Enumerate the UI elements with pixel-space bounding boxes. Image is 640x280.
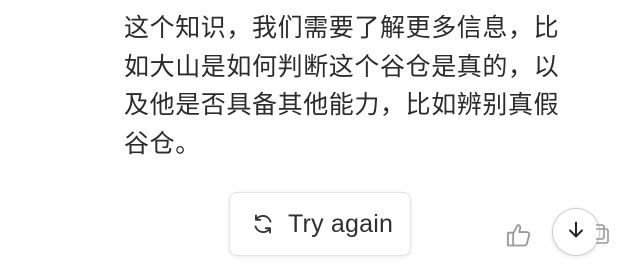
arrow-down-icon: [565, 219, 587, 245]
assistant-message: 这个知识，我们需要了解更多信息，比 如大山是如何判断这个谷仓是真的，以 及他是否…: [124, 9, 620, 163]
scroll-down-button[interactable]: [552, 208, 600, 256]
message-line: 谷仓。: [124, 128, 201, 158]
message-line: 这个知识，我们需要了解更多信息，比: [124, 13, 560, 42]
try-again-button[interactable]: Try again: [229, 192, 411, 256]
try-again-label: Try again: [288, 209, 394, 238]
refresh-icon: [250, 211, 276, 237]
thumbs-up-icon: [505, 221, 533, 253]
copy-icon[interactable]: [596, 222, 612, 246]
message-line: 如大山是如何判断这个谷仓是真的，以: [124, 51, 560, 81]
thumbs-up-button[interactable]: [502, 220, 536, 254]
message-line: 及他是否具备其他能力，比如辨别真假: [124, 90, 560, 120]
